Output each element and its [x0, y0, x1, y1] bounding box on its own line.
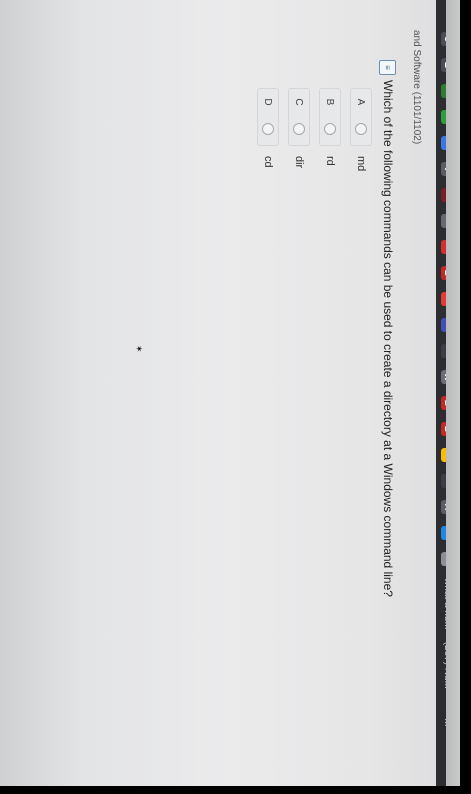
option-letter: B	[324, 98, 336, 106]
radio-button[interactable]	[262, 123, 274, 135]
screen: OZVBWBBAwhat a nu...(2e7) Nu...+ + ... a…	[0, 0, 460, 786]
option-d-box[interactable]: D	[257, 88, 279, 146]
option-letter: C	[293, 98, 305, 106]
course-title: and Software (1101/1102)	[411, 30, 422, 145]
radio-button[interactable]	[355, 123, 367, 135]
radio-button[interactable]	[293, 123, 305, 135]
option-a-box[interactable]: A	[350, 88, 372, 146]
option-text: cd	[262, 156, 274, 168]
option-text: md	[355, 156, 367, 172]
question-icon: ≡	[379, 60, 396, 75]
option-b[interactable]: B rd	[319, 88, 341, 166]
window-edge	[446, 0, 460, 786]
option-b-box[interactable]: B	[319, 88, 341, 146]
option-text: dir	[293, 156, 305, 169]
option-a[interactable]: A md	[350, 88, 372, 171]
option-letter: A	[355, 98, 367, 106]
option-d[interactable]: D cd	[257, 88, 279, 168]
radio-button[interactable]	[324, 123, 336, 135]
mouse-cursor-icon: ✶	[134, 345, 144, 353]
option-text: rd	[324, 156, 336, 166]
option-letter: D	[262, 98, 274, 106]
option-c-box[interactable]: C	[288, 88, 310, 146]
question-text: Which of the following commands can be u…	[381, 80, 395, 597]
rotated-page: OZVBWBBAwhat a nu...(2e7) Nu...+ + ... a…	[0, 0, 460, 786]
option-c[interactable]: C dir	[288, 88, 310, 168]
